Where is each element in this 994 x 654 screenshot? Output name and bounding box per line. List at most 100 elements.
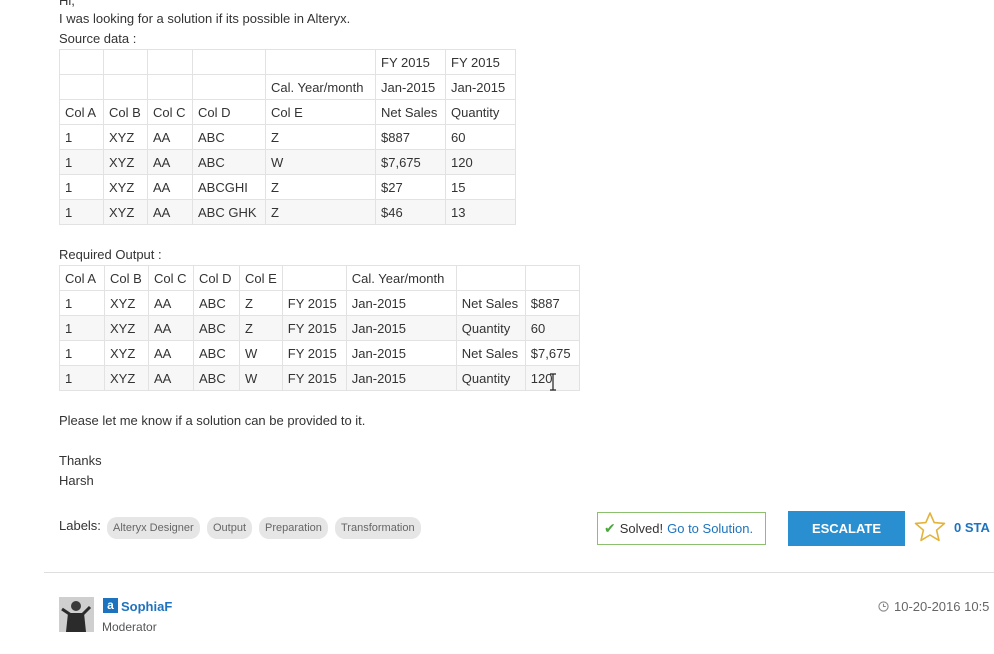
check-icon: ✔ [604, 520, 616, 536]
table-cell: Jan-2015 [375, 74, 446, 100]
table-cell: Jan-2015 [445, 74, 516, 100]
reply-role: Moderator [102, 620, 157, 634]
table-cell [147, 74, 193, 100]
table-cell [147, 49, 193, 75]
table-cell: Col B [103, 99, 148, 125]
table-cell: XYZ [104, 290, 149, 316]
table-cell: Z [265, 199, 376, 225]
table-cell: Col A [59, 99, 104, 125]
table-cell: W [265, 149, 376, 175]
table-cell: FY 2015 [375, 49, 446, 75]
table-cell: Net Sales [455, 340, 526, 366]
source-data-table: FY 2015 FY 2015 Cal. Year/month Jan-2015 Jan… [59, 49, 516, 225]
table-cell: 60 [445, 124, 516, 150]
avatar[interactable] [59, 597, 94, 632]
table-cell: 13 [445, 199, 516, 225]
table-cell: XYZ [103, 174, 148, 200]
table-cell: 60 [524, 315, 580, 341]
label-alteryx-designer[interactable]: Alteryx Designer [107, 517, 200, 539]
table-cell: ABC [193, 315, 240, 341]
post-intro: I was looking for a solution if its poss… [59, 11, 351, 26]
table-cell: Z [265, 124, 376, 150]
table-cell: 1 [59, 290, 105, 316]
post-author-sign: Harsh [59, 473, 94, 488]
labels-title: Labels: [59, 518, 101, 533]
table-cell: Col A [59, 265, 105, 291]
table-row: 1 XYZ AA ABCGHI Z $27 15 [59, 174, 516, 200]
table-cell: $7,675 [524, 340, 580, 366]
table-cell: 120 [445, 149, 516, 175]
table-cell: Z [265, 174, 376, 200]
table-cell: XYZ [103, 149, 148, 175]
table-cell: Col D [193, 265, 240, 291]
table-cell: $7,675 [375, 149, 446, 175]
table-cell: AA [148, 340, 194, 366]
table-cell: FY 2015 [281, 365, 347, 391]
table-cell [103, 49, 148, 75]
table-cell: 1 [59, 365, 105, 391]
star-count[interactable]: 0 STA [954, 520, 990, 535]
table-cell: FY 2015 [281, 315, 347, 341]
table-row: FY 2015 FY 2015 [59, 49, 516, 75]
table-cell: ABCGHI [192, 174, 266, 200]
solved-box: ✔ Solved! Go to Solution. [597, 512, 766, 545]
rank-icon: a [103, 598, 118, 613]
table-cell [281, 265, 347, 291]
label-output[interactable]: Output [207, 517, 253, 539]
table-cell: XYZ [104, 340, 149, 366]
star-icon[interactable] [914, 511, 946, 543]
table-row: 1 XYZ AA ABC W FY 2015 Jan-2015 Quantity 120 [59, 365, 580, 391]
table-cell: Jan-2015 [345, 315, 457, 341]
table-cell: 1 [59, 315, 105, 341]
table-cell: FY 2015 [281, 290, 347, 316]
table-cell: 1 [59, 174, 104, 200]
post-greeting: Hi, [59, 0, 75, 8]
table-row: Cal. Year/month Jan-2015 Jan-2015 [59, 74, 516, 100]
table-cell: W [239, 340, 283, 366]
table-cell: ABC [193, 340, 240, 366]
table-cell: $27 [375, 174, 446, 200]
table-cell: AA [147, 149, 193, 175]
table-cell [192, 74, 266, 100]
reply-date: 10-20-2016 10:5 [894, 599, 990, 614]
table-cell: XYZ [103, 199, 148, 225]
table-cell: AA [147, 124, 193, 150]
table-row: 1 XYZ AA ABC Z $887 60 [59, 124, 516, 150]
table-cell: ABC [192, 149, 266, 175]
label-preparation[interactable]: Preparation [259, 517, 328, 539]
table-cell: Net Sales [455, 290, 526, 316]
table-row: 1 XYZ AA ABC GHK Z $46 13 [59, 199, 516, 225]
label-transformation[interactable]: Transformation [335, 517, 421, 539]
table-cell [192, 49, 266, 75]
solved-text: Solved! [619, 521, 664, 536]
table-cell [455, 265, 526, 291]
table-cell: Cal. Year/month [265, 74, 376, 100]
table-cell: AA [148, 290, 194, 316]
table-cell [59, 74, 104, 100]
table-cell: $887 [524, 290, 580, 316]
table-cell: FY 2015 [281, 340, 347, 366]
table-cell: XYZ [104, 315, 149, 341]
table-cell: Col D [192, 99, 266, 125]
table-cell [524, 265, 580, 291]
post-thanks: Thanks [59, 453, 102, 468]
source-data-label: Source data : [59, 31, 137, 46]
escalate-button[interactable]: ESCALATE [788, 511, 905, 546]
table-cell: Z [239, 315, 283, 341]
table-cell: Jan-2015 [345, 290, 457, 316]
table-cell: XYZ [104, 365, 149, 391]
table-cell: Col C [148, 265, 194, 291]
table-cell: ABC [193, 365, 240, 391]
go-to-solution-link[interactable]: Go to Solution. [667, 521, 753, 536]
table-cell: 1 [59, 149, 104, 175]
table-cell [103, 74, 148, 100]
required-output-label: Required Output : [59, 247, 162, 262]
table-cell: Jan-2015 [345, 340, 457, 366]
table-cell: 1 [59, 340, 105, 366]
table-cell: ABC [193, 290, 240, 316]
table-cell: ABC [192, 124, 266, 150]
reply-username[interactable]: SophiaF [121, 599, 172, 614]
table-cell [265, 49, 376, 75]
table-row: 1 XYZ AA ABC W $7,675 120 [59, 149, 516, 175]
table-row: 1 XYZ AA ABC Z FY 2015 Jan-2015 Net Sales $887 [59, 290, 580, 316]
